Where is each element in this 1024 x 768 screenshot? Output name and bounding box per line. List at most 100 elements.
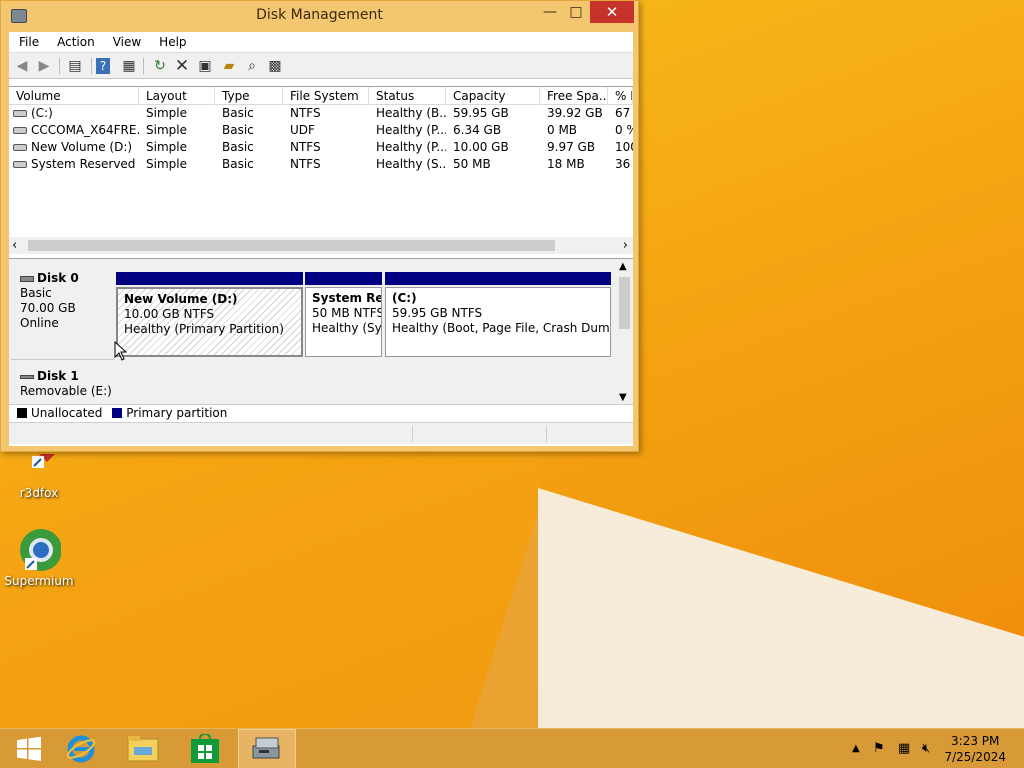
free-space-cell: 39.92 GB (547, 106, 603, 120)
removable-disk-icon (20, 374, 34, 379)
start-icon (17, 736, 41, 761)
capacity-cell: 59.95 GB (453, 106, 509, 120)
partition-bar (385, 272, 611, 285)
column-header-layout[interactable]: Layout (139, 87, 215, 105)
taskbar-store[interactable] (176, 729, 234, 768)
partition-size: 50 MB NTFS (312, 306, 382, 320)
rescan-icon[interactable]: ▩ (265, 56, 285, 76)
properties-view-icon[interactable]: ▦ (119, 56, 139, 76)
disk-state: Online (20, 316, 59, 330)
file-system-cell: NTFS (290, 157, 321, 171)
volume-muted-icon[interactable]: 🔇︎ (922, 741, 930, 756)
partition-name: New Volume (D:) (124, 292, 238, 306)
desktop-icon-label: r3dfox (19, 486, 59, 500)
column-header-percent-free[interactable]: % F (608, 87, 633, 105)
capacity-cell: 6.34 GB (453, 123, 502, 137)
volume-name: System Reserved (31, 157, 136, 171)
vertical-scrollbar[interactable]: ▲ ▼ (616, 259, 633, 405)
scroll-right-icon[interactable]: › (623, 237, 628, 254)
disk-size: 70.00 GB (20, 301, 76, 315)
disk-0-info[interactable]: Disk 0 Basic 70.00 GB Online (11, 264, 115, 360)
partition-body: (C:) 59.95 GB NTFS Healthy (Boot, Page F… (385, 287, 611, 357)
explore-icon[interactable]: ⌕ (242, 56, 262, 76)
partition-system-reserved[interactable]: System Res 50 MB NTFS Healthy (Sys (305, 272, 382, 357)
percent-free-cell: 67 (615, 106, 631, 120)
refresh-icon[interactable]: ↻ (150, 56, 170, 76)
file-system-cell: NTFS (290, 140, 321, 154)
column-header-type[interactable]: Type (215, 87, 283, 105)
desktop-icon-supermium[interactable]: Supermium (1, 528, 77, 588)
table-row[interactable]: System Reserved Simple Basic NTFS Health… (9, 156, 633, 173)
properties-icon[interactable]: ▣ (195, 56, 215, 76)
disk-name: Disk 0 (37, 271, 79, 285)
legend: Unallocated Primary partition (9, 404, 633, 421)
column-header-file-system[interactable]: File System (283, 87, 369, 105)
menu-view[interactable]: View (103, 32, 149, 52)
percent-free-cell: 100 (615, 140, 633, 154)
status-cell: Healthy (B... (376, 106, 446, 120)
status-bar (9, 422, 633, 444)
partition-new-volume-d[interactable]: New Volume (D:) 10.00 GB NTFS Healthy (P… (116, 272, 303, 357)
console-tree-icon[interactable]: ▤ (65, 56, 85, 76)
volume-cell: New Volume (D:) (13, 139, 139, 156)
disk-icon (20, 275, 34, 282)
delete-icon[interactable]: ✕ (172, 56, 192, 76)
volume-cell: CCCOMA_X64FRE... (13, 122, 139, 139)
legend-label: Primary partition (126, 406, 228, 420)
toolbar: ◀ ▶ ▤ ? ▦ ↻ ✕ ▣ ▰ ⌕ ▩ (9, 53, 633, 79)
title-bar[interactable]: Disk Management — □ ✕ (1, 1, 638, 31)
table-row[interactable]: New Volume (D:) Simple Basic NTFS Health… (9, 139, 633, 156)
maximize-button[interactable]: □ (562, 1, 590, 23)
system-clock[interactable]: 3:23 PM 7/25/2024 (944, 733, 1006, 765)
type-cell: Basic (222, 157, 254, 171)
open-icon[interactable]: ▰ (219, 56, 239, 76)
clock-date: 7/25/2024 (944, 750, 1006, 764)
network-icon[interactable]: ▦ (898, 741, 910, 756)
action-center-flag-icon[interactable]: ⚑ (873, 741, 885, 756)
partition-bar (305, 272, 382, 285)
volume-cell: (C:) (13, 105, 139, 122)
column-header-free-space[interactable]: Free Spa... (540, 87, 608, 105)
free-space-cell: 9.97 GB (547, 140, 596, 154)
minimize-button[interactable]: — (536, 1, 564, 23)
taskbar-disk-management[interactable] (238, 729, 296, 768)
column-header-status[interactable]: Status (369, 87, 446, 105)
taskbar-internet-explorer[interactable] (52, 729, 110, 768)
volume-name: CCCOMA_X64FRE... (31, 123, 139, 137)
menu-help[interactable]: Help (149, 32, 194, 52)
start-button[interactable] (0, 729, 58, 768)
scrollbar-thumb[interactable] (28, 240, 555, 251)
scrollbar-thumb[interactable] (619, 277, 630, 329)
table-row[interactable]: CCCOMA_X64FRE... Simple Basic UDF Health… (9, 122, 633, 139)
horizontal-scrollbar[interactable]: ‹ › (9, 237, 633, 254)
window-client: File Action View Help ◀ ▶ ▤ ? ▦ ↻ ✕ ▣ ▰ … (9, 32, 633, 446)
menu-bar: File Action View Help (9, 32, 633, 53)
help-icon[interactable]: ? (96, 58, 110, 74)
column-header-capacity[interactable]: Capacity (446, 87, 540, 105)
legend-swatch-unallocated (17, 408, 27, 418)
scroll-down-icon[interactable]: ▼ (619, 392, 627, 403)
show-hidden-icons-icon[interactable]: ▲ (852, 743, 860, 754)
partition-name: (C:) (392, 291, 417, 305)
close-button[interactable]: ✕ (590, 1, 634, 23)
file-explorer-icon (127, 736, 159, 762)
disk-management-window: Disk Management — □ ✕ File Action View H… (0, 0, 639, 452)
table-row[interactable]: (C:) Simple Basic NTFS Healthy (B... 59.… (9, 105, 633, 122)
disk-1-info[interactable]: Disk 1 Removable (E:) (11, 362, 115, 402)
scroll-left-icon[interactable]: ‹ (12, 237, 17, 254)
partition-name: System Res (312, 291, 381, 305)
taskbar-file-explorer[interactable] (114, 729, 172, 768)
column-header-volume[interactable]: Volume (9, 87, 139, 105)
file-system-cell: UDF (290, 123, 315, 137)
scroll-up-icon[interactable]: ▲ (619, 261, 627, 272)
menu-file[interactable]: File (9, 32, 47, 52)
back-icon[interactable]: ◀ (12, 56, 32, 76)
wallpaper-shape (0, 430, 540, 728)
partition-c[interactable]: (C:) 59.95 GB NTFS Healthy (Boot, Page F… (385, 272, 611, 357)
toolbar-separator (59, 58, 60, 74)
internet-explorer-icon (66, 735, 96, 763)
menu-action[interactable]: Action (47, 32, 103, 52)
forward-icon[interactable]: ▶ (34, 56, 54, 76)
disk-management-icon (252, 737, 280, 759)
volume-list[interactable]: Volume Layout Type File System Status Ca… (9, 86, 633, 256)
